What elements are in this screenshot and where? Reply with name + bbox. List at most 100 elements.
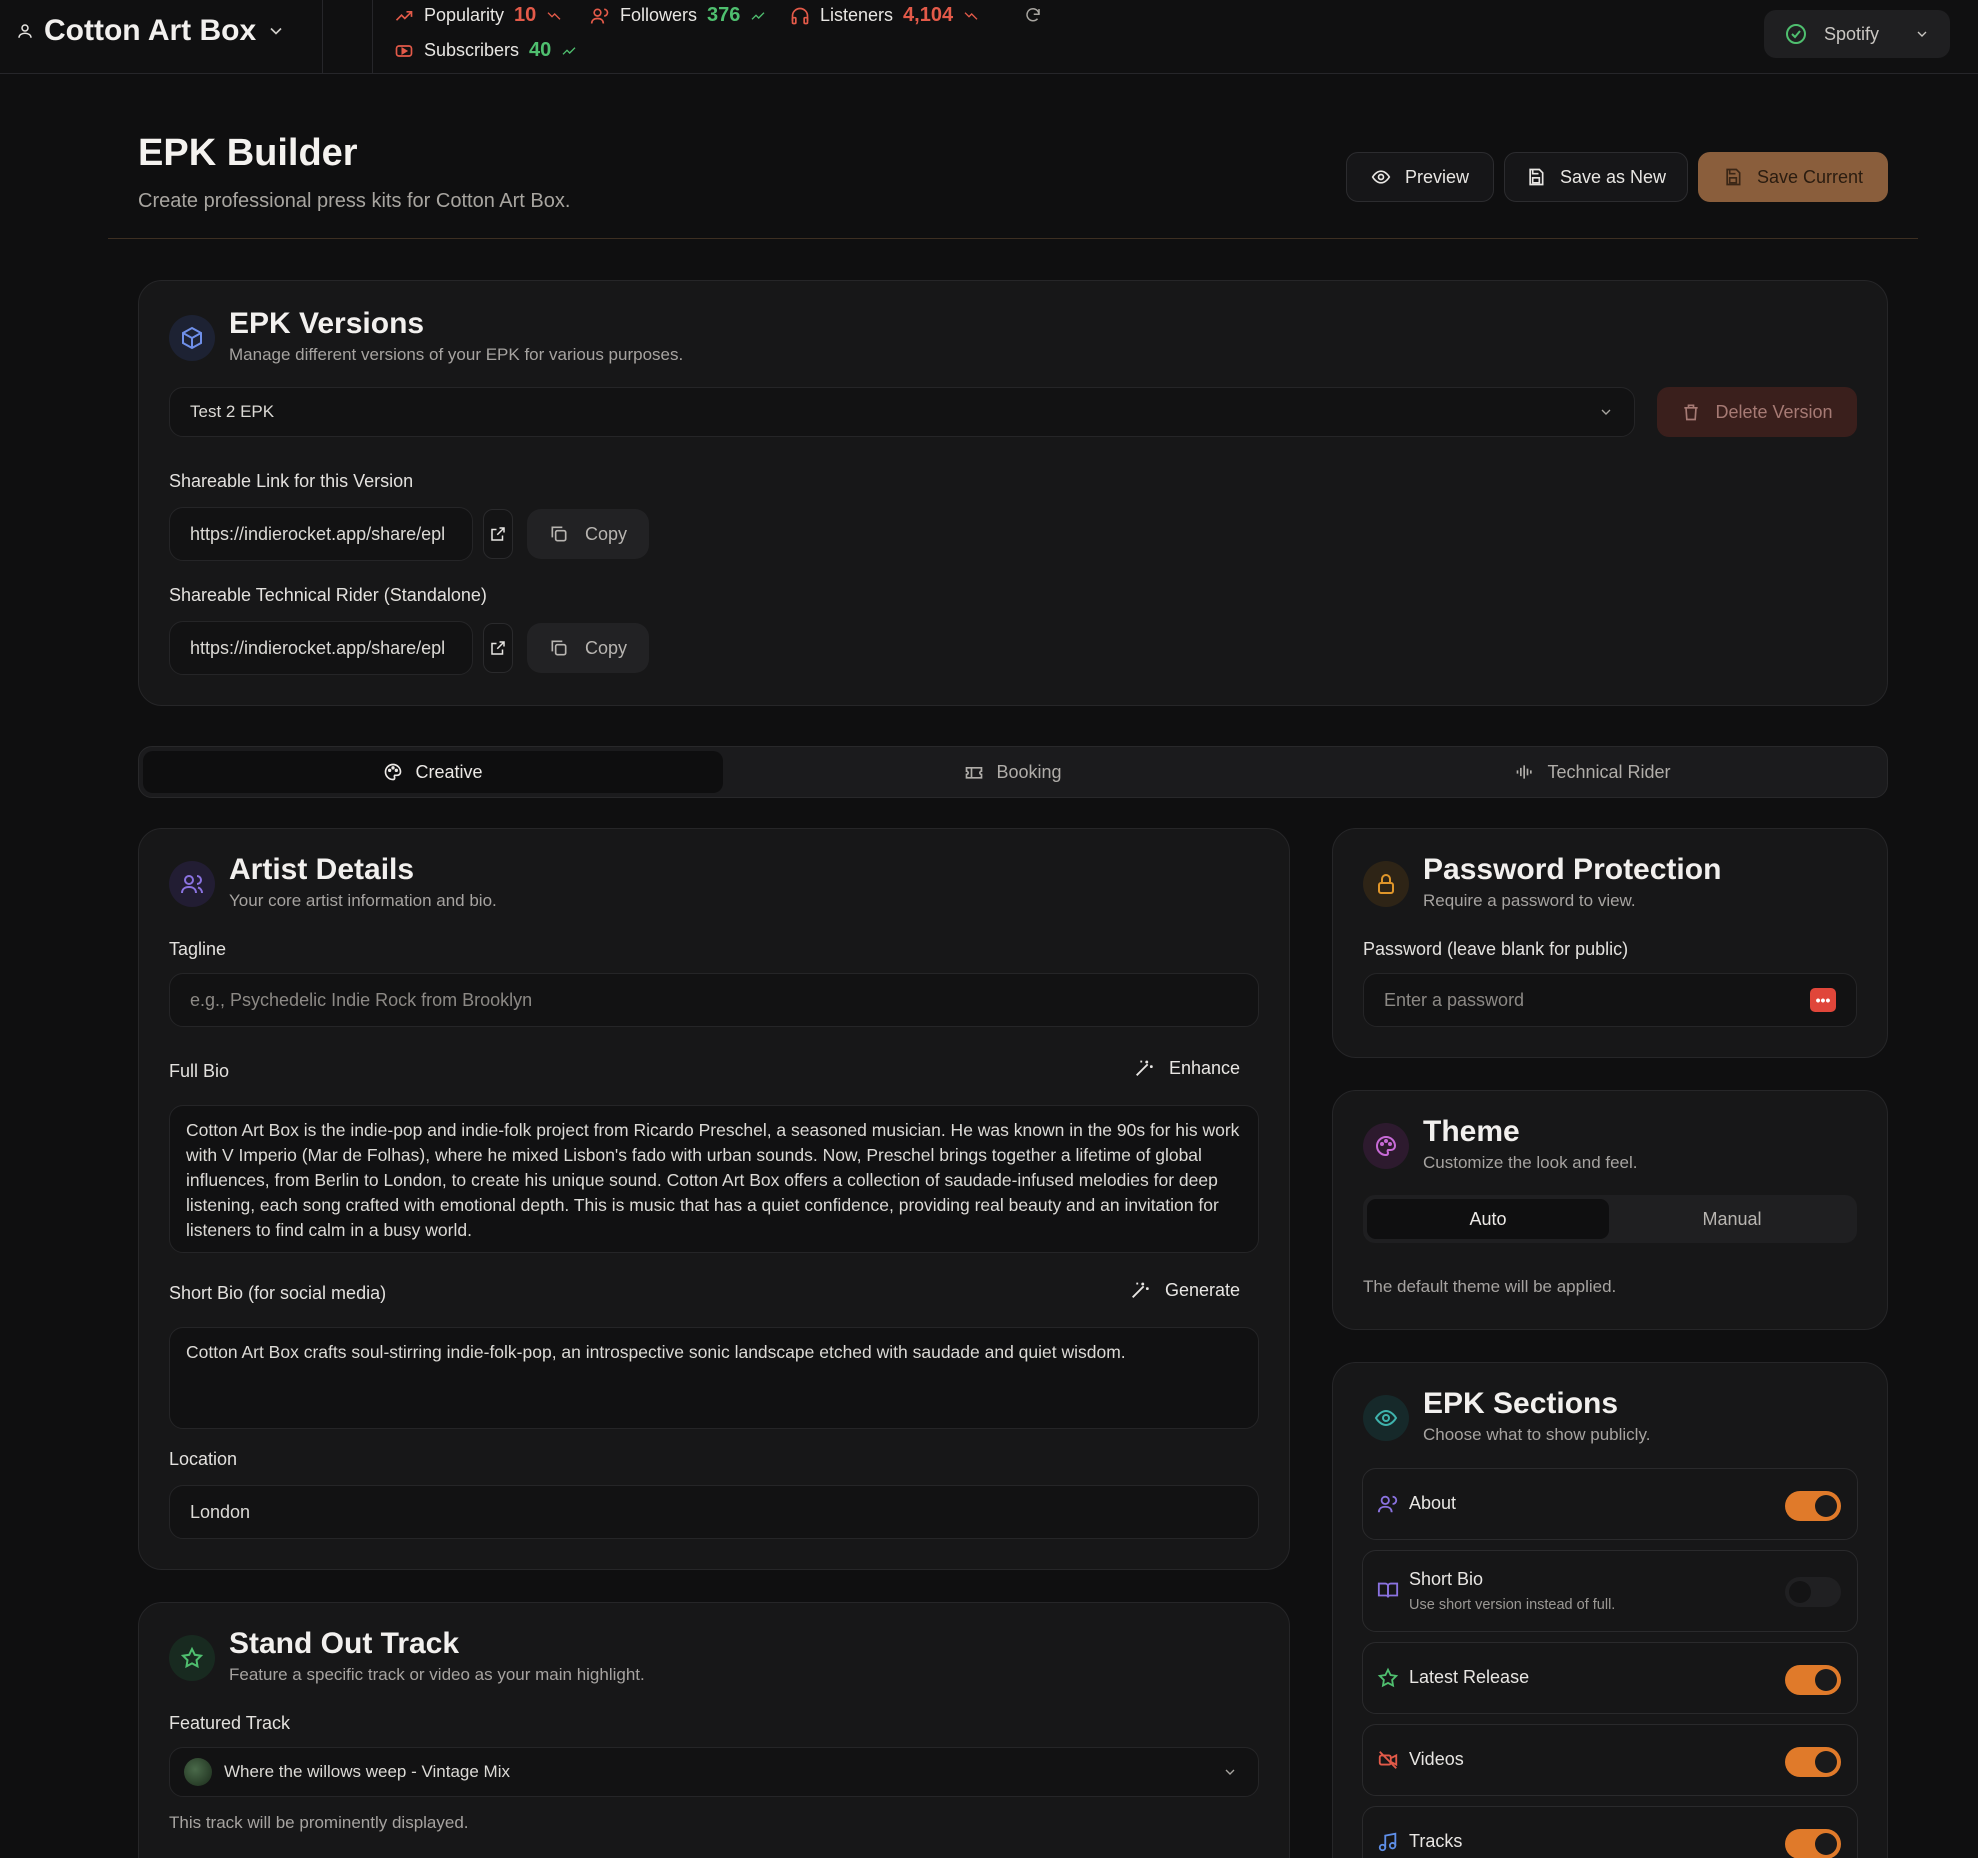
enhance-button[interactable]: Enhance [1133, 1057, 1240, 1079]
section-toggle-tracks[interactable] [1785, 1829, 1841, 1858]
chevron-down-icon [1222, 1764, 1238, 1780]
section-label: Videos [1409, 1749, 1464, 1769]
short-bio-textarea[interactable]: Cotton Art Box crafts soul-stirring indi… [169, 1327, 1259, 1429]
artist-selector[interactable]: Cotton Art Box [16, 14, 286, 48]
full-bio-textarea[interactable]: Cotton Art Box is the indie-pop and indi… [169, 1105, 1259, 1253]
external-link-icon [489, 639, 507, 657]
save-as-new-button[interactable]: Save as New [1504, 152, 1688, 202]
password-placeholder: Enter a password [1384, 989, 1525, 1010]
platform-selector[interactable]: Spotify [1764, 10, 1950, 58]
copy-link-button[interactable]: Copy [527, 509, 649, 559]
featured-track-help: This track will be prominently displayed… [169, 1813, 469, 1832]
preview-label: Preview [1404, 166, 1470, 187]
theme-option-manual[interactable]: Manual [1611, 1199, 1853, 1239]
card-subtitle: Choose what to show publicly. [1423, 1425, 1651, 1444]
section-toggle-videos[interactable] [1785, 1747, 1841, 1777]
trending-up-icon [394, 6, 414, 26]
theme-card: Theme Customize the look and feel. Auto … [1332, 1090, 1888, 1330]
password-manager-icon[interactable]: ••• [1810, 988, 1836, 1012]
section-toggle-short-bio[interactable] [1785, 1577, 1841, 1607]
chevron-down-icon [266, 21, 286, 41]
stat-followers-label: Followers [620, 5, 698, 25]
box-icon [169, 315, 215, 361]
save-as-new-label: Save as New [1559, 166, 1667, 187]
divider [322, 0, 323, 74]
user-icon [16, 22, 34, 40]
magic-wand-icon [1129, 1279, 1151, 1301]
trash-icon [1681, 402, 1701, 422]
featured-track-select[interactable]: Where the willows weep - Vintage Mix [169, 1747, 1259, 1797]
palette-icon [1363, 1123, 1409, 1169]
refresh-button[interactable] [1024, 6, 1042, 24]
section-toggle-latest-release[interactable] [1785, 1665, 1841, 1695]
platform-label: Spotify [1824, 23, 1880, 44]
password-input[interactable]: Enter a password ••• [1363, 973, 1857, 1027]
location-input[interactable]: London [169, 1485, 1259, 1539]
video-off-icon [1377, 1749, 1399, 1771]
copy-icon [549, 638, 569, 658]
tab-booking-label: Booking [996, 761, 1062, 782]
card-subtitle: Manage different versions of your EPK fo… [229, 345, 684, 364]
section-row-latest-release[interactable]: Latest Release [1362, 1642, 1858, 1714]
card-title: Password Protection [1423, 853, 1722, 886]
users-icon [1377, 1493, 1399, 1515]
track-artwork [184, 1758, 212, 1786]
stat-listeners-label: Listeners [820, 5, 894, 25]
version-select[interactable]: Test 2 EPK [169, 387, 1635, 437]
generate-button[interactable]: Generate [1129, 1279, 1240, 1301]
eye-icon [1371, 167, 1391, 187]
open-rider-button[interactable] [483, 623, 513, 673]
stat-popularity-value: 10 [514, 4, 537, 26]
password-card: Password Protection Require a password t… [1332, 828, 1888, 1058]
save-current-label: Save Current [1756, 166, 1864, 187]
stat-subscribers: Subscribers 40 [394, 39, 577, 62]
tab-creative-label: Creative [415, 761, 483, 782]
section-toggle-about[interactable] [1785, 1491, 1841, 1521]
users-icon [590, 6, 610, 26]
epk-versions-card: EPK Versions Manage different versions o… [138, 280, 1888, 706]
theme-note: The default theme will be applied. [1363, 1277, 1617, 1296]
palette-icon [383, 762, 403, 782]
section-row-about[interactable]: About [1362, 1468, 1858, 1540]
save-current-button[interactable]: Save Current [1698, 152, 1888, 202]
theme-option-auto[interactable]: Auto [1367, 1199, 1609, 1239]
theme-mode-toggle: Auto Manual [1363, 1195, 1857, 1243]
section-row-short-bio[interactable]: Short Bio Use short version instead of f… [1362, 1550, 1858, 1632]
share-link-input[interactable]: https://indierocket.app/share/epl [169, 507, 473, 561]
section-label: Latest Release [1409, 1667, 1530, 1687]
card-subtitle: Your core artist information and bio. [229, 891, 497, 910]
artist-name: Cotton Art Box [44, 14, 257, 47]
book-open-icon [1377, 1579, 1399, 1601]
card-subtitle: Customize the look and feel. [1423, 1153, 1638, 1172]
section-label: About [1409, 1493, 1457, 1513]
tab-booking[interactable]: Booking [723, 751, 1303, 793]
lock-icon [1363, 861, 1409, 907]
card-subtitle: Feature a specific track or video as you… [229, 1665, 645, 1684]
delete-version-button[interactable]: Delete Version [1657, 387, 1857, 437]
chevron-down-icon [1914, 26, 1930, 42]
chevron-down-icon [1598, 404, 1614, 420]
tagline-input[interactable]: e.g., Psychedelic Indie Rock from Brookl… [169, 973, 1259, 1027]
card-title: Theme [1423, 1115, 1520, 1148]
delete-version-label: Delete Version [1715, 401, 1833, 422]
featured-track-label: Featured Track [169, 1713, 291, 1733]
eye-icon [1363, 1395, 1409, 1441]
tab-creative[interactable]: Creative [143, 751, 723, 793]
toggle-knob [1789, 1581, 1811, 1603]
rider-link-input[interactable]: https://indierocket.app/share/epl [169, 621, 473, 675]
copy-label: Copy [584, 523, 628, 544]
section-row-tracks[interactable]: Tracks [1362, 1806, 1858, 1858]
star-icon [169, 1635, 215, 1681]
stand-out-track-card: Stand Out Track Feature a specific track… [138, 1602, 1290, 1858]
preview-button[interactable]: Preview [1346, 152, 1494, 202]
section-row-videos[interactable]: Videos [1362, 1724, 1858, 1796]
tab-technical-rider[interactable]: Technical Rider [1303, 751, 1883, 793]
save-icon [1723, 167, 1743, 187]
featured-track-value: Where the willows weep - Vintage Mix [224, 1762, 510, 1781]
location-label: Location [169, 1449, 238, 1469]
toggle-knob [1815, 1833, 1837, 1855]
copy-rider-button[interactable]: Copy [527, 623, 649, 673]
card-title: EPK Sections [1423, 1387, 1619, 1420]
star-icon [1377, 1667, 1399, 1689]
open-link-button[interactable] [483, 509, 513, 559]
